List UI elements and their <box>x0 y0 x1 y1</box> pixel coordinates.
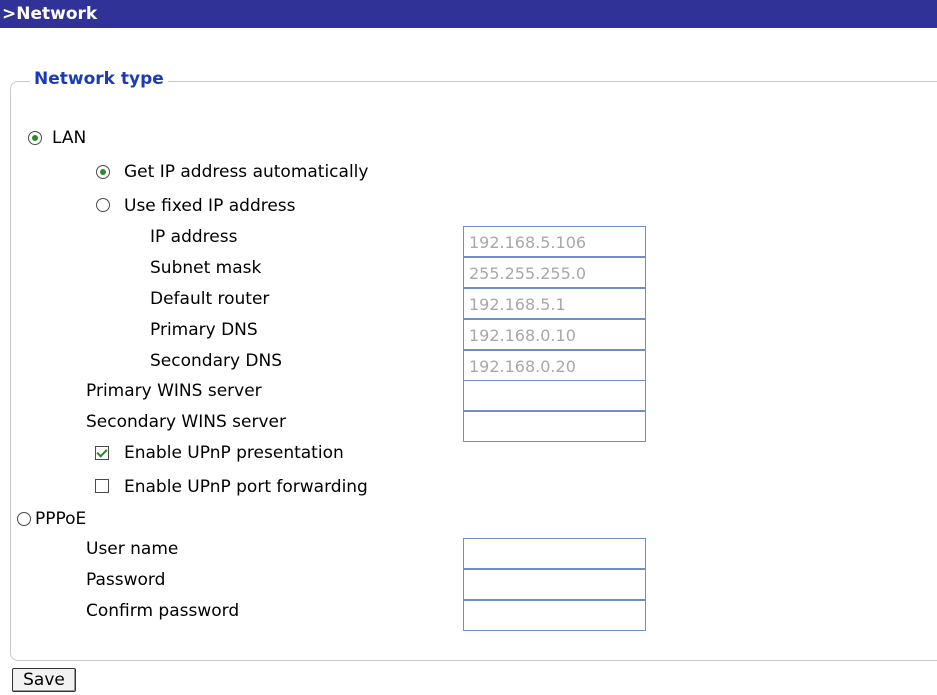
lan-radio[interactable] <box>28 131 42 145</box>
default-router-label: Default router <box>150 289 270 309</box>
get-ip-auto-radio[interactable] <box>96 165 110 179</box>
secondary-dns-label: Secondary DNS <box>150 351 283 371</box>
subnet-mask-input[interactable]: 255.255.255.0 <box>463 257 646 288</box>
secondary-dns-input[interactable]: 192.168.0.20 <box>463 350 646 381</box>
secondary-wins-label: Secondary WINS server <box>86 412 286 432</box>
save-button[interactable]: Save <box>12 668 76 692</box>
password-input[interactable] <box>463 569 646 600</box>
subnet-mask-label: Subnet mask <box>150 258 262 278</box>
upnp-port-forwarding-checkbox[interactable] <box>95 479 109 493</box>
use-fixed-ip-radio[interactable] <box>96 198 110 212</box>
password-label: Password <box>86 570 166 590</box>
upnp-presentation-checkbox[interactable] <box>95 446 109 460</box>
primary-dns-input[interactable]: 192.168.0.10 <box>463 319 646 350</box>
get-ip-auto-label: Get IP address automatically <box>124 162 369 182</box>
ip-address-label: IP address <box>150 227 238 247</box>
confirm-password-label: Confirm password <box>86 601 240 621</box>
user-name-input[interactable] <box>463 538 646 569</box>
pppoe-radio[interactable] <box>17 512 31 526</box>
primary-dns-label: Primary DNS <box>150 320 258 340</box>
upnp-presentation-label: Enable UPnP presentation <box>124 443 344 463</box>
lan-label: LAN <box>52 128 87 148</box>
pppoe-label: PPPoE <box>35 509 87 529</box>
ip-address-input[interactable]: 192.168.5.106 <box>463 226 646 257</box>
primary-wins-label: Primary WINS server <box>86 381 262 401</box>
primary-wins-input[interactable] <box>463 380 646 411</box>
use-fixed-ip-label: Use fixed IP address <box>124 196 296 216</box>
page-title: >Network <box>0 0 937 28</box>
user-name-label: User name <box>86 539 179 559</box>
confirm-password-input[interactable] <box>463 600 646 631</box>
secondary-wins-input[interactable] <box>463 411 646 442</box>
upnp-port-forwarding-label: Enable UPnP port forwarding <box>124 477 368 497</box>
default-router-input[interactable]: 192.168.5.1 <box>463 288 646 319</box>
network-type-legend: Network type <box>30 67 168 91</box>
